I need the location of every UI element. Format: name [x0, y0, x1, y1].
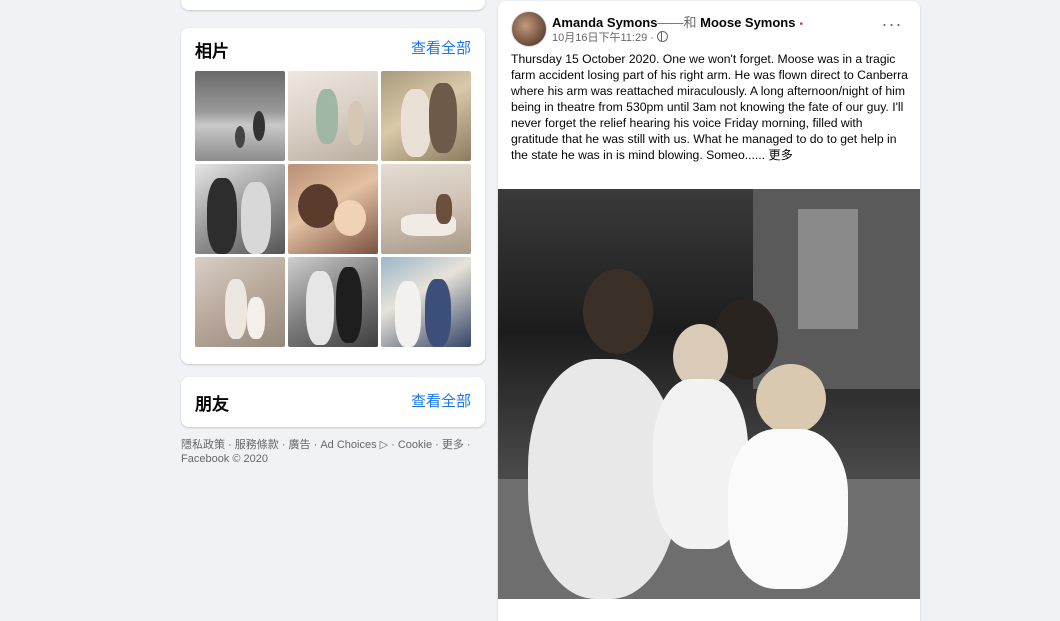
- photo-thumbnail[interactable]: [288, 164, 378, 254]
- photo-thumbnail[interactable]: [381, 164, 471, 254]
- footer-links-line[interactable]: 隱私政策 · 服務條款 · 廣告 · Ad Choices ▷ · Cookie…: [181, 438, 481, 452]
- photo-thumbnail[interactable]: [381, 71, 471, 161]
- globe-icon: [656, 31, 668, 42]
- photos-title: 相片: [195, 42, 229, 61]
- post-photo[interactable]: [498, 189, 920, 599]
- photo-thumbnail[interactable]: [381, 257, 471, 347]
- post-text: Thursday 15 October 2020. One we won't f…: [511, 52, 908, 162]
- friends-see-all-link[interactable]: 查看全部: [411, 390, 471, 411]
- photo-thumbnail[interactable]: [195, 164, 285, 254]
- photos-see-all-link[interactable]: 查看全部: [411, 37, 471, 58]
- post-body: Thursday 15 October 2020. One we won't f…: [511, 51, 911, 163]
- photo-thumbnail[interactable]: [288, 71, 378, 161]
- photo-grid: [195, 71, 471, 347]
- with-text: ——和: [657, 15, 697, 30]
- previous-card-bottom: [181, 0, 485, 10]
- author-avatar[interactable]: [511, 11, 547, 47]
- photo-thumbnail[interactable]: [288, 257, 378, 347]
- photos-card: 相片 查看全部: [181, 28, 485, 364]
- author-name-link[interactable]: Amanda Symons: [552, 15, 657, 30]
- tagged-person-link[interactable]: Moose Symons: [700, 15, 795, 30]
- footer-links: 隱私政策 · 服務條款 · 廣告 · Ad Choices ▷ · Cookie…: [181, 438, 481, 466]
- post-timestamp[interactable]: 10月16日下午11:29 ·: [552, 32, 654, 44]
- status-dot-icon: •: [799, 19, 803, 30]
- see-more-link[interactable]: 更多: [768, 148, 792, 162]
- photo-thumbnail[interactable]: [195, 71, 285, 161]
- friends-title: 朋友: [195, 395, 229, 414]
- friends-card: 朋友 查看全部: [181, 377, 485, 427]
- post-card: Amanda Symons——和 Moose Symons • 10月16日下午1…: [498, 1, 920, 621]
- footer-copyright: Facebook © 2020: [181, 453, 268, 465]
- post-options-button[interactable]: ···: [881, 15, 903, 37]
- photo-thumbnail[interactable]: [195, 257, 285, 347]
- post-meta: 10月16日下午11:29 ·: [552, 29, 668, 45]
